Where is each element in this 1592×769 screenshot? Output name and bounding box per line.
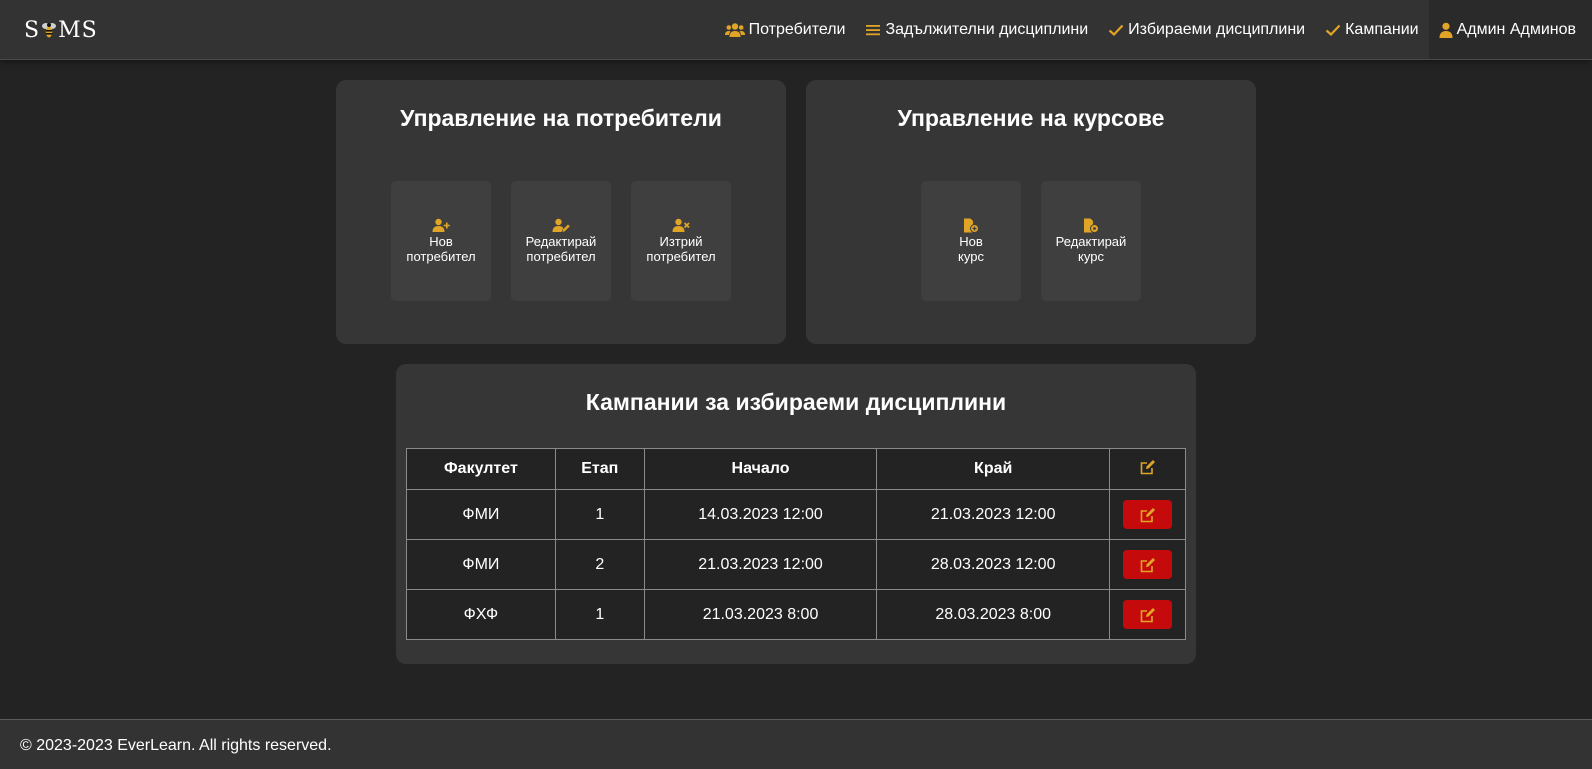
cell-start: 21.03.2023 8:00 [643, 589, 878, 640]
tile-label-line1: Нов [959, 234, 983, 249]
edit-campaign-button[interactable] [1123, 500, 1172, 529]
cell-end: 28.03.2023 8:00 [876, 589, 1111, 640]
logo-text-right: MS [58, 17, 98, 43]
campaigns-panel-title: Кампании за избираеми дисциплини [585, 389, 1007, 415]
cell-start: 14.03.2023 12:00 [643, 489, 878, 540]
page-footer: © 2023-2023 EverLearn. All rights reserv… [0, 719, 1592, 769]
column-header-start: Начало [643, 448, 878, 490]
cell-stage: 2 [554, 539, 645, 590]
courses-management-panel: Управление на курсове Нов курс Редактира… [806, 80, 1256, 344]
users-management-panel: Управление на потребители Нов потребител… [336, 80, 786, 344]
campaigns-table: Факултет Етап Начало Край ФМИ 1 14.03.20… [406, 448, 1186, 640]
tile-label-line2: потребител [646, 249, 716, 264]
cell-actions [1109, 589, 1186, 640]
user-icon [1439, 22, 1453, 38]
users-icon [724, 22, 745, 37]
tile-label-line1: Нов [429, 234, 453, 249]
tile-label-line2: курс [958, 249, 984, 264]
file-edit-icon [1084, 218, 1099, 233]
tile-label-line2: курс [1078, 249, 1104, 264]
campaigns-panel: Кампании за избираеми дисциплини Факулте… [396, 364, 1196, 664]
edit-course-button[interactable]: Редактирай курс [1041, 181, 1141, 301]
tile-label-line2: потребител [406, 249, 476, 264]
column-header-edit [1109, 448, 1186, 490]
table-header-row: Факултет Етап Начало Край [406, 448, 1186, 490]
edit-icon [1140, 557, 1155, 572]
cell-end: 21.03.2023 12:00 [876, 489, 1111, 540]
tile-label-line1: Изтрий [659, 234, 703, 249]
users-panel-title: Управление на потребители [400, 105, 722, 131]
table-row: ФМИ 2 21.03.2023 12:00 28.03.2023 12:00 [406, 539, 1186, 590]
nav-user-menu[interactable]: Админ Админов [1428, 0, 1592, 59]
user-remove-icon [672, 218, 690, 232]
copyright-text: © 2023-2023 EverLearn. All rights reserv… [20, 737, 332, 754]
check-icon [1108, 24, 1124, 36]
logo-text-left: S [24, 17, 41, 43]
tile-label-line1: Редактирай [525, 234, 597, 249]
courses-panel-title: Управление на курсове [897, 105, 1165, 131]
nav-item-label: Кампании [1345, 20, 1419, 38]
cell-actions [1109, 539, 1186, 590]
sims-logo[interactable]: S MS [24, 14, 98, 46]
nav-menu: Потребители Задължителни дисциплини Изби… [715, 0, 1592, 59]
cell-end: 28.03.2023 12:00 [876, 539, 1111, 590]
user-edit-icon [552, 218, 570, 232]
cell-stage: 1 [554, 589, 645, 640]
cell-stage: 1 [554, 489, 645, 540]
bee-logo-icon [42, 23, 57, 38]
user-name: Админ Админов [1456, 20, 1576, 38]
nav-item-elective-courses[interactable]: Избираеми дисциплини [1098, 0, 1315, 59]
cell-start: 21.03.2023 12:00 [643, 539, 878, 590]
delete-user-button[interactable]: Изтрий потребител [631, 181, 731, 301]
column-header-faculty: Факултет [406, 448, 556, 490]
tile-label-line2: потребител [526, 249, 596, 264]
cell-faculty: ФМИ [406, 489, 556, 540]
new-course-button[interactable]: Нов курс [921, 181, 1021, 301]
column-header-stage: Етап [554, 448, 645, 490]
file-plus-icon [964, 218, 979, 233]
table-row: ФМИ 1 14.03.2023 12:00 21.03.2023 12:00 [406, 489, 1186, 540]
top-navbar: S MS Потребители Задължителни дисциплини… [0, 0, 1592, 60]
edit-campaign-button[interactable] [1123, 550, 1172, 579]
nav-item-campaigns[interactable]: Кампании [1315, 0, 1429, 59]
table-row: ФХФ 1 21.03.2023 8:00 28.03.2023 8:00 [406, 589, 1186, 640]
new-user-button[interactable]: Нов потребител [391, 181, 491, 301]
nav-item-label: Задължителни дисциплини [885, 20, 1089, 38]
nav-item-mandatory-courses[interactable]: Задължителни дисциплини [855, 0, 1098, 59]
edit-icon [1140, 459, 1155, 474]
list-icon [866, 24, 881, 35]
edit-icon [1140, 607, 1155, 622]
nav-item-label: Избираеми дисциплини [1128, 20, 1306, 38]
cell-faculty: ФХФ [406, 589, 556, 640]
edit-campaign-button[interactable] [1123, 600, 1172, 629]
cell-faculty: ФМИ [406, 539, 556, 590]
user-plus-icon [432, 218, 450, 232]
edit-user-button[interactable]: Редактирай потребител [511, 181, 611, 301]
edit-icon [1140, 507, 1155, 522]
nav-item-label: Потребители [748, 20, 846, 38]
column-header-end: Край [876, 448, 1111, 490]
cell-actions [1109, 489, 1186, 540]
check-icon [1325, 24, 1341, 36]
nav-item-users[interactable]: Потребители [715, 0, 856, 59]
tile-label-line1: Редактирай [1055, 234, 1127, 249]
